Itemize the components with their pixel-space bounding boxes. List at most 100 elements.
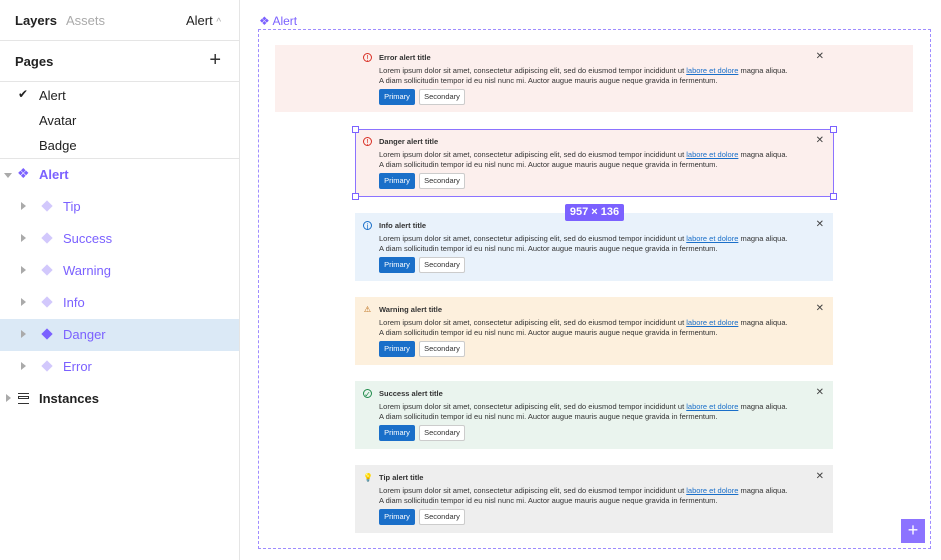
secondary-button[interactable]: Secondary — [419, 425, 465, 441]
layer-tip[interactable]: Tip — [0, 191, 239, 223]
layer-label: Warning — [63, 263, 111, 278]
page-selector[interactable]: Alert ^ — [186, 13, 221, 28]
alert-warning: ⚠ Warning alert title ✕ Lorem ipsum dolo… — [355, 297, 833, 365]
component-instance-icon — [41, 264, 53, 276]
primary-button[interactable]: Primary — [379, 425, 415, 441]
layer-instances[interactable]: Instances — [0, 383, 239, 415]
resize-handle[interactable] — [352, 193, 359, 200]
layer-label: Info — [63, 295, 85, 310]
component-instance-icon — [41, 200, 53, 212]
primary-button[interactable]: Primary — [379, 509, 415, 525]
alert-link[interactable]: labore et dolore — [686, 66, 738, 75]
current-page-label: Alert — [186, 13, 213, 28]
layer-danger[interactable]: Danger — [0, 319, 239, 351]
alert-title: Info alert title — [379, 221, 427, 230]
close-icon[interactable]: ✕ — [816, 387, 824, 398]
component-instance-icon — [41, 232, 53, 244]
resize-handle[interactable] — [352, 126, 359, 133]
expand-arrow-icon[interactable] — [4, 173, 12, 178]
component-icon: ❖ — [259, 14, 270, 28]
panel-header: Layers Assets Alert ^ — [0, 0, 239, 41]
page-item-avatar[interactable]: Avatar — [0, 108, 239, 133]
secondary-button[interactable]: Secondary — [419, 509, 465, 525]
pages-title: Pages — [15, 54, 54, 69]
component-icon: ❖ — [17, 165, 30, 181]
layer-alert[interactable]: ❖ Alert — [0, 159, 239, 191]
warning-icon: ⚠ — [363, 305, 372, 314]
alert-title: Success alert title — [379, 389, 443, 398]
expand-arrow-icon[interactable] — [21, 330, 26, 338]
add-page-button[interactable]: + — [209, 50, 221, 70]
alert-title: Warning alert title — [379, 305, 443, 314]
primary-button[interactable]: Primary — [379, 89, 415, 105]
layer-label: Danger — [63, 327, 106, 342]
success-icon: ✓ — [363, 389, 372, 399]
alert-body: Lorem ipsum dolor sit amet, consectetur … — [379, 486, 788, 505]
alert-link[interactable]: labore et dolore — [686, 318, 738, 327]
size-badge: 957 × 136 — [565, 204, 624, 221]
alert-body: Lorem ipsum dolor sit amet, consectetur … — [379, 402, 788, 421]
expand-arrow-icon[interactable] — [21, 362, 26, 370]
alert-error: ! Error alert title ✕ Lorem ipsum dolor … — [275, 45, 913, 112]
page-item-alert[interactable]: ✔ Alert — [0, 83, 239, 108]
secondary-button[interactable]: Secondary — [419, 341, 465, 357]
page-label: Avatar — [39, 113, 77, 128]
alert-title: Tip alert title — [379, 473, 424, 482]
alert-title: Error alert title — [379, 53, 431, 62]
layers-panel: Layers Assets Alert ^ Pages + ✔ Alert Ava… — [0, 0, 240, 560]
primary-button[interactable]: Primary — [379, 341, 415, 357]
tab-assets[interactable]: Assets — [66, 13, 105, 28]
alert-body: Lorem ipsum dolor sit amet, consectetur … — [379, 66, 788, 85]
alert-info: i Info alert title ✕ Lorem ipsum dolor s… — [355, 213, 833, 281]
resize-handle[interactable] — [830, 126, 837, 133]
frame-label[interactable]: ❖ Alert — [259, 14, 297, 28]
selection-box[interactable] — [352, 126, 837, 200]
lightbulb-icon: 💡 — [363, 473, 373, 482]
close-icon[interactable]: ✕ — [816, 219, 824, 230]
alert-tip: 💡 Tip alert title ✕ Lorem ipsum dolor si… — [355, 465, 833, 533]
layer-warning[interactable]: Warning — [0, 255, 239, 287]
page-label: Badge — [39, 138, 77, 153]
layer-label: Success — [63, 231, 113, 246]
frame-name: Alert — [272, 14, 298, 28]
layer-info[interactable]: Info — [0, 287, 239, 319]
layer-error[interactable]: Error — [0, 351, 239, 383]
pages-list[interactable]: ✔ Alert Avatar Badge — [0, 82, 239, 159]
page-item-badge[interactable]: Badge — [0, 133, 239, 158]
layer-label: Alert — [39, 167, 69, 182]
error-icon: ! — [363, 53, 372, 63]
alert-body: Lorem ipsum dolor sit amet, consectetur … — [379, 234, 788, 253]
close-icon[interactable]: ✕ — [816, 471, 824, 482]
expand-arrow-icon[interactable] — [21, 298, 26, 306]
alert-success: ✓ Success alert title ✕ Lorem ipsum dolo… — [355, 381, 833, 449]
checkmark-icon: ✔ — [18, 87, 29, 101]
alert-link[interactable]: labore et dolore — [686, 402, 738, 411]
frame-stack-icon — [18, 393, 29, 404]
add-button[interactable]: + — [901, 519, 925, 543]
component-instance-icon — [41, 360, 53, 372]
expand-arrow-icon[interactable] — [21, 202, 26, 210]
resize-handle[interactable] — [830, 193, 837, 200]
layer-label: Tip — [63, 199, 81, 214]
secondary-button[interactable]: Secondary — [419, 257, 465, 273]
close-icon[interactable]: ✕ — [816, 51, 824, 62]
expand-arrow-icon[interactable] — [21, 234, 26, 242]
expand-arrow-icon[interactable] — [21, 266, 26, 274]
alert-link[interactable]: labore et dolore — [686, 234, 738, 243]
primary-button[interactable]: Primary — [379, 257, 415, 273]
info-icon: i — [363, 221, 372, 231]
component-instance-icon — [41, 328, 53, 340]
tab-layers[interactable]: Layers — [15, 13, 57, 28]
layer-label: Instances — [39, 391, 99, 406]
layer-success[interactable]: Success — [0, 223, 239, 255]
alert-link[interactable]: labore et dolore — [686, 486, 738, 495]
expand-arrow-icon[interactable] — [6, 394, 11, 402]
pages-header: Pages + — [0, 41, 239, 82]
secondary-button[interactable]: Secondary — [419, 89, 465, 105]
close-icon[interactable]: ✕ — [816, 303, 824, 314]
page-label: Alert — [39, 88, 66, 103]
component-instance-icon — [41, 296, 53, 308]
chevron-up-icon: ^ — [216, 17, 222, 28]
layer-label: Error — [63, 359, 92, 374]
alert-body: Lorem ipsum dolor sit amet, consectetur … — [379, 318, 788, 337]
